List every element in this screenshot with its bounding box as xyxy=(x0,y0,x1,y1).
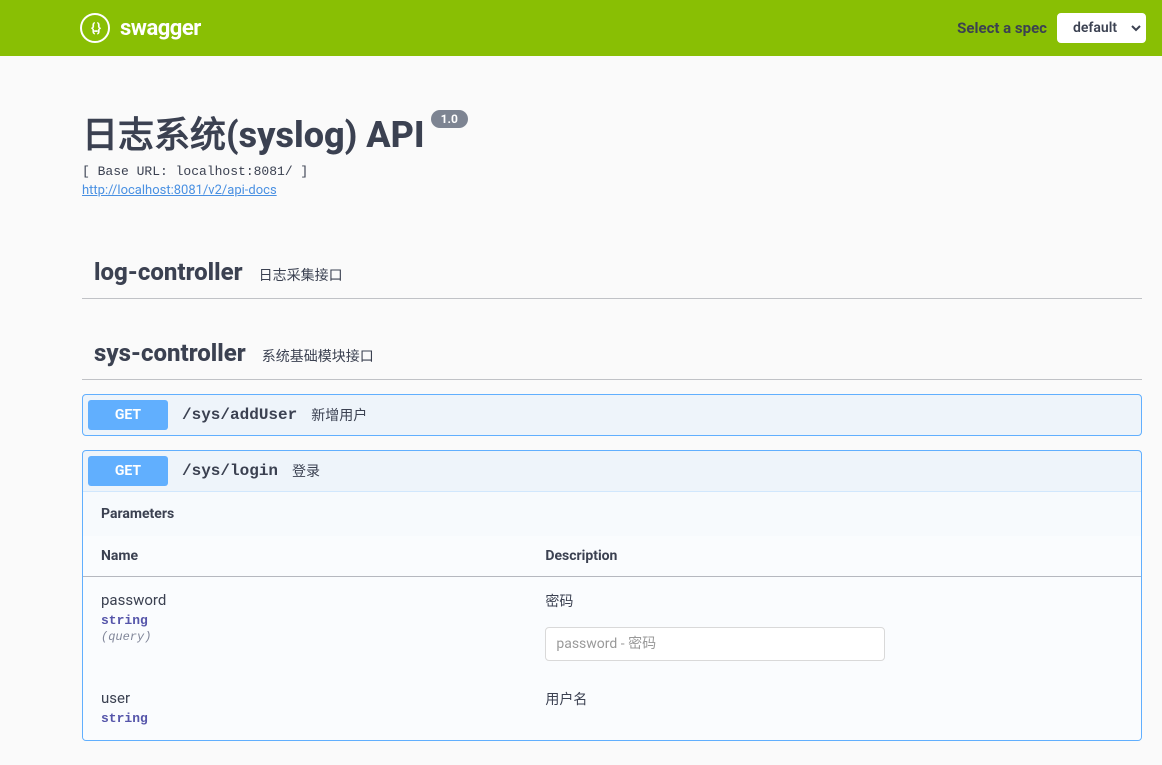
col-header-name: Name xyxy=(83,536,527,577)
select-spec-label: Select a spec xyxy=(957,19,1047,37)
opblock-summary[interactable]: GET /sys/addUser 新增用户 xyxy=(83,395,1141,435)
operation-summary: 登录 xyxy=(292,461,320,481)
tag-name: log-controller xyxy=(94,258,243,286)
base-url: [ Base URL: localhost:8081/ ] xyxy=(82,164,1142,179)
operation-path: /sys/login xyxy=(182,462,278,480)
spec-select[interactable]: default xyxy=(1057,13,1146,43)
opblock-summary[interactable]: GET /sys/login 登录 xyxy=(83,451,1141,491)
param-type: string xyxy=(101,613,509,628)
param-name: user xyxy=(101,689,509,707)
docs-link[interactable]: http://localhost:8081/v2/api-docs xyxy=(82,183,277,198)
param-type: string xyxy=(101,711,509,726)
opblock-login: GET /sys/login 登录 Parameters Name Descri… xyxy=(82,450,1142,741)
parameters-table: Name Description password string (query) xyxy=(83,536,1141,740)
table-row: password string (query) 密码 xyxy=(83,577,1141,676)
tag-description: 日志采集接口 xyxy=(259,265,343,285)
parameters-header: Parameters xyxy=(83,491,1141,536)
topbar: {..} swagger Select a spec default xyxy=(0,0,1162,56)
tag-name: sys-controller xyxy=(94,339,246,367)
param-input-password[interactable] xyxy=(545,627,885,661)
table-row: user string 用户名 xyxy=(83,675,1141,740)
tag-sys-controller[interactable]: sys-controller 系统基础模块接口 xyxy=(82,329,1142,380)
param-name: password xyxy=(101,591,509,609)
version-badge: 1.0 xyxy=(431,110,468,128)
main: 日志系统(syslog) API 1.0 [ Base URL: localho… xyxy=(0,56,1162,741)
operation-path: /sys/addUser xyxy=(182,406,297,424)
api-title: 日志系统(syslog) API 1.0 xyxy=(82,106,1142,158)
api-title-text: 日志系统(syslog) API xyxy=(82,106,425,158)
topbar-right: Select a spec default xyxy=(957,13,1146,43)
brand-label: swagger xyxy=(120,16,201,41)
topbar-left: {..} swagger xyxy=(80,13,201,43)
tag-description: 系统基础模块接口 xyxy=(262,346,374,366)
param-in: (query) xyxy=(101,630,509,644)
method-badge-get: GET xyxy=(88,400,168,430)
opblock-adduser: GET /sys/addUser 新增用户 xyxy=(82,394,1142,436)
tag-sections: log-controller 日志采集接口 sys-controller 系统基… xyxy=(82,248,1142,741)
swagger-logo-icon: {..} xyxy=(80,13,110,43)
tag-log-controller[interactable]: log-controller 日志采集接口 xyxy=(82,248,1142,299)
param-description: 密码 xyxy=(545,591,1123,611)
col-header-description: Description xyxy=(527,536,1141,577)
operations-sys: GET /sys/addUser 新增用户 GET /sys/login 登录 … xyxy=(82,394,1142,741)
param-description: 用户名 xyxy=(545,689,1123,709)
operation-summary: 新增用户 xyxy=(311,405,367,425)
method-badge-get: GET xyxy=(88,456,168,486)
